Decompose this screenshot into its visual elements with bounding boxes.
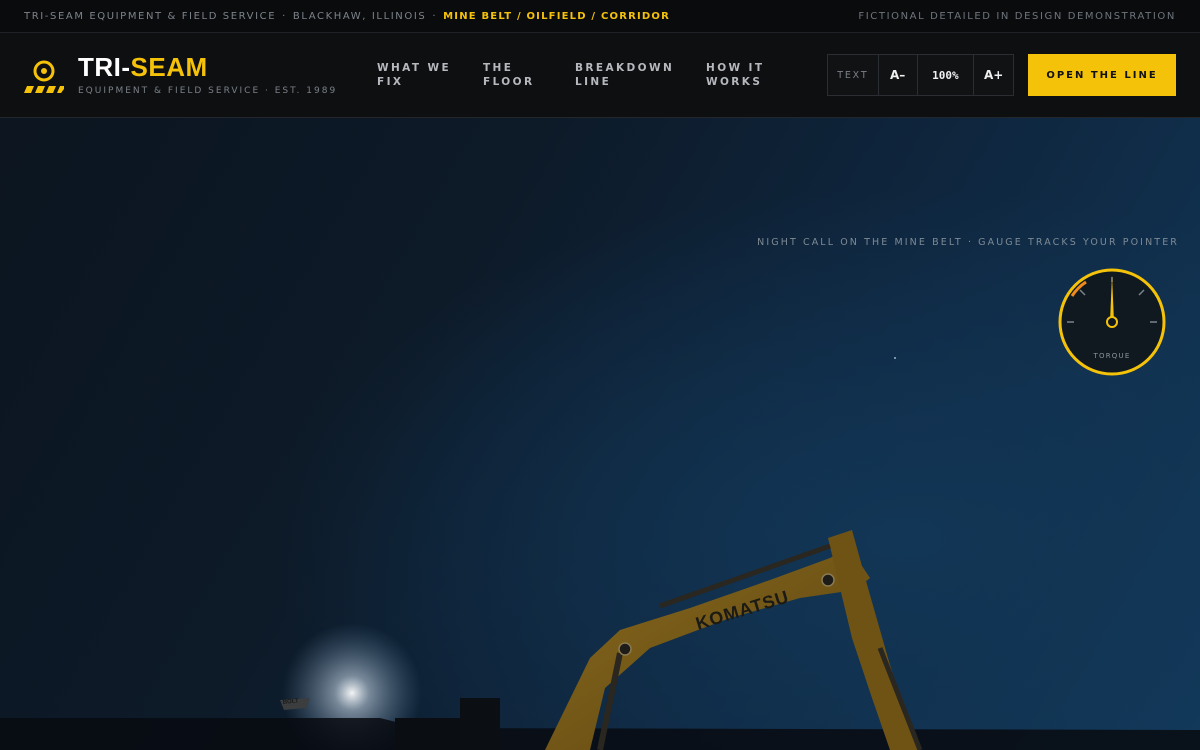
gauge-label: TORQUE [1093,352,1131,360]
nav-how-it-works[interactable]: HOW IT WORKS [706,61,801,89]
brand-name-part1: TRI- [78,52,131,82]
hero-caption: NIGHT CALL ON THE MINE BELT · GAUGE TRAC… [757,237,1179,248]
top-info-bar: TRI-SEAM EQUIPMENT & FIELD SERVICE · BLACK… [0,0,1200,33]
excavator-night-scene: KOMATSU BOLT [0,530,1200,750]
nav-label-line1: HOW IT [706,62,765,74]
nav-label-line1: BREAKDOWN [575,62,675,74]
nav-label-line2: WORKS [706,76,763,88]
brand-block[interactable]: TRI-SEAM EQUIPMENT & FIELD SERVICE · EST… [78,53,337,96]
brand-name: TRI-SEAM [78,53,337,81]
text-size-label: TEXT [828,55,879,95]
company-label: TRI-SEAM EQUIPMENT & FIELD SERVICE [24,10,277,22]
nav-label-line1: THE [483,62,514,74]
brand-name-part2: SEAM [130,52,208,82]
gear-target-icon[interactable] [24,55,64,95]
nav-breakdown-line[interactable]: BREAKDOWN LINE [575,61,675,89]
brand-tagline: EQUIPMENT & FIELD SERVICE · EST. 1989 [78,86,338,96]
site-header: TRI-SEAM EQUIPMENT & FIELD SERVICE · EST… [0,33,1200,118]
nav-label-line1: WHAT WE [377,62,452,74]
disclaimer-label: FICTIONAL DETAILED IN DESIGN DEMONSTRATI… [858,10,1176,22]
torque-gauge-icon[interactable]: TORQUE [1057,267,1167,377]
nav-label-line2: FIX [377,76,404,88]
service-areas-label: MINE BELT / OILFIELD / CORRIDOR [443,10,671,22]
nav-what-we-fix[interactable]: WHAT WE FIX [377,61,472,89]
sky-star [894,357,896,359]
open-the-line-button[interactable]: OPEN THE LINE [1028,54,1176,96]
excavator-boom [545,548,870,750]
nav-the-floor[interactable]: THE FLOOR [483,61,578,89]
nav-label-line2: FLOOR [483,76,535,88]
text-size-value: 100% [918,55,975,95]
top-info-left: TRI-SEAM EQUIPMENT & FIELD SERVICE · BLACK… [24,10,671,22]
text-size-control: TEXT A– 100% A+ [827,54,1014,96]
location-label: BLACKHAW, ILLINOIS [292,10,427,22]
text-increase-button[interactable]: A+ [974,55,1013,95]
text-decrease-button[interactable]: A– [879,55,918,95]
nav-label-line2: LINE [575,76,612,88]
hero-section: KOMATSU BOLT NIGHT CALL ON THE MINE BELT… [0,118,1200,750]
